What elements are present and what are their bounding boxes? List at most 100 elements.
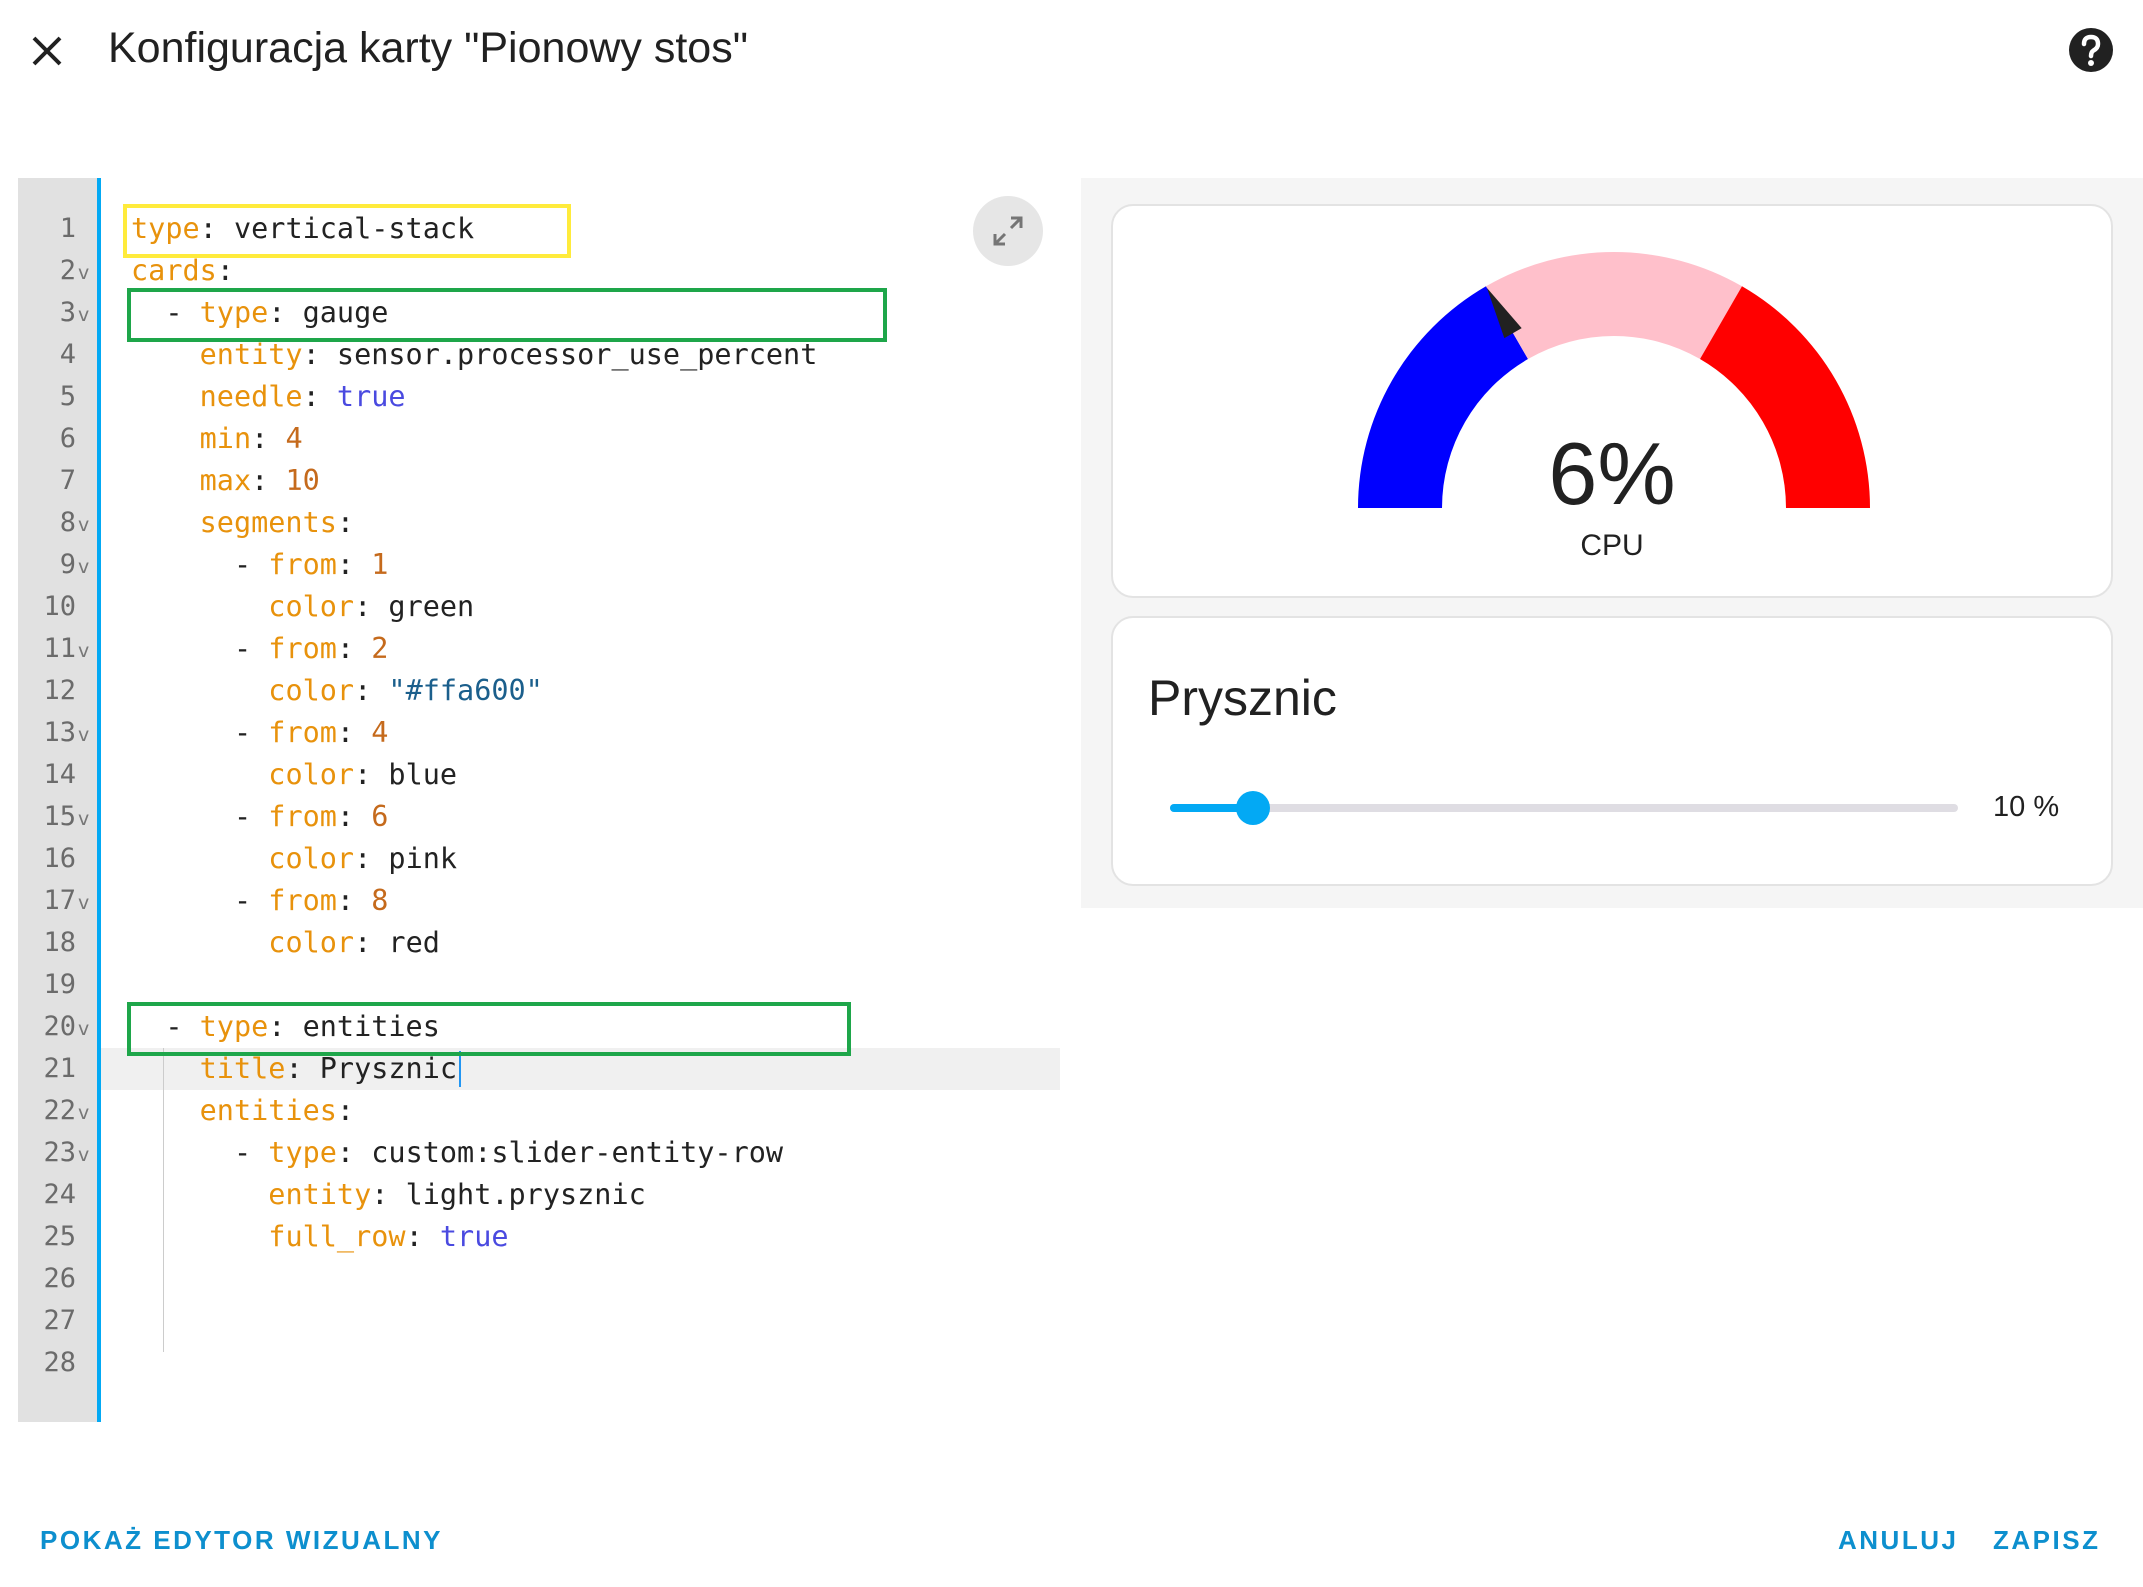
save-button[interactable]: ZAPISZ (1993, 1520, 2100, 1560)
help-button[interactable] (2066, 25, 2116, 75)
line-number: 10 (43, 591, 76, 622)
fold-chevron-icon[interactable]: v (78, 880, 89, 922)
fold-chevron-icon[interactable]: v (78, 544, 89, 586)
code-line[interactable]: entity: sensor.processor_use_percent (131, 334, 818, 376)
code-line[interactable]: entity: light.prysznic (131, 1174, 646, 1216)
code-line[interactable]: cards: (131, 250, 234, 292)
expand-editor-button[interactable] (973, 196, 1043, 266)
code-line[interactable]: - from: 8 (131, 880, 388, 922)
yaml-value: 2 (371, 632, 389, 665)
line-number: 4 (59, 339, 76, 370)
yaml-value: 1 (371, 548, 389, 581)
code-line[interactable]: - from: 4 (131, 712, 388, 754)
yaml-key: color (268, 842, 355, 875)
line-number: 3 (59, 297, 76, 328)
close-button[interactable] (20, 24, 74, 78)
close-icon (32, 36, 62, 66)
line-number: 26 (43, 1263, 76, 1294)
yaml-value: pink (388, 842, 458, 875)
fold-chevron-icon[interactable]: v (78, 796, 89, 838)
yaml-value: custom:slider-entity-row (371, 1136, 784, 1169)
line-number: 7 (59, 465, 76, 496)
yaml-key: color (268, 674, 355, 707)
yaml-key: max (199, 464, 252, 497)
yaml-value: light.prysznic (405, 1178, 646, 1211)
yaml-value: 6 (371, 800, 389, 833)
yaml-key: type (268, 1136, 337, 1169)
yaml-value: true (439, 1220, 509, 1253)
code-line[interactable]: full_row: true (131, 1216, 509, 1258)
yaml-editor[interactable]: 1 2 v 3 v 4 5 6 7 8 v 9 v 10 11 v 12 13 v 14 15 v 16 17 v 18 19 20 v… (18, 178, 1060, 1422)
yaml-value: blue (388, 758, 458, 791)
yaml-value: 4 (371, 716, 389, 749)
show-visual-editor-button[interactable]: POKAŻ EDYTOR WIZUALNY (40, 1520, 443, 1560)
code-line[interactable]: color: blue (131, 754, 457, 796)
fold-chevron-icon[interactable]: v (78, 250, 89, 292)
fold-chevron-icon[interactable]: v (78, 502, 89, 544)
slider-thumb[interactable] (1235, 791, 1270, 825)
dialog-header: Konfiguracja karty "Pionowy stos" (0, 0, 2143, 110)
yaml-key: color (268, 758, 355, 791)
code-line[interactable]: color: pink (131, 838, 457, 880)
fold-chevron-icon[interactable]: v (78, 1132, 89, 1174)
yaml-value: 8 (371, 884, 389, 917)
line-number: 21 (43, 1053, 76, 1084)
fold-chevron-icon[interactable]: v (78, 1090, 89, 1132)
dialog-title: Konfiguracja karty "Pionowy stos" (108, 24, 748, 72)
line-number: 18 (43, 927, 76, 958)
code-line[interactable]: - from: 6 (131, 796, 388, 838)
fold-chevron-icon[interactable]: v (78, 712, 89, 754)
yaml-value: entities (302, 1010, 440, 1043)
line-number: 23 (43, 1137, 76, 1168)
yaml-key: from (268, 548, 337, 581)
code-line[interactable]: needle: true (131, 376, 406, 418)
line-number: 12 (43, 675, 76, 706)
line-number-gutter: 1 2 v 3 v 4 5 6 7 8 v 9 v 10 11 v 12 13 v 14 15 v 16 17 v 18 19 20 v… (18, 178, 98, 1422)
brightness-slider[interactable] (1170, 791, 1958, 825)
expand-arrows-icon (993, 216, 1023, 246)
yaml-key: from (268, 884, 337, 917)
code-line[interactable]: min: 4 (131, 418, 303, 460)
code-line[interactable]: entities: (131, 1090, 354, 1132)
yaml-key: needle (199, 380, 303, 413)
yaml-value: green (388, 590, 475, 623)
line-number: 13 (43, 717, 76, 748)
yaml-value: vertical-stack (233, 212, 475, 245)
code-line[interactable]: - type: gauge (131, 292, 388, 334)
code-line[interactable]: - type: entities (131, 1006, 440, 1048)
yaml-value: gauge (302, 296, 389, 329)
line-number: 1 (59, 213, 76, 244)
yaml-key: type (199, 1010, 269, 1043)
gauge-value: 6% (1548, 424, 1676, 523)
fold-chevron-icon[interactable]: v (78, 292, 89, 334)
yaml-key: entity (199, 338, 303, 371)
gauge-segment (1486, 252, 1742, 360)
code-line[interactable]: color: green (131, 586, 474, 628)
yaml-value: 4 (285, 422, 303, 455)
code-line[interactable]: color: red (131, 922, 440, 964)
code-area[interactable]: type: vertical-stack cards: - type: gauge… (101, 178, 1060, 1422)
line-number: 9 (59, 549, 76, 580)
code-line[interactable]: type: vertical-stack (131, 208, 474, 250)
code-line[interactable]: segments: (131, 502, 354, 544)
code-line[interactable]: max: 10 (131, 460, 320, 502)
line-number: 27 (43, 1305, 76, 1336)
code-line[interactable]: color: "#ffa600" (131, 670, 543, 712)
fold-chevron-icon[interactable]: v (78, 628, 89, 670)
slider-value: 10 % (1993, 791, 2060, 823)
code-line[interactable]: - type: custom:slider-entity-row (131, 1132, 783, 1174)
yaml-key: cards (131, 254, 217, 287)
line-number: 28 (43, 1347, 76, 1378)
line-number: 16 (43, 843, 76, 874)
gauge-card[interactable]: 6% CPU (1111, 204, 2113, 598)
code-line[interactable]: - from: 1 (131, 544, 388, 586)
cancel-button[interactable]: ANULUJ (1838, 1520, 1958, 1560)
yaml-key: type (131, 212, 200, 245)
line-number: 19 (43, 969, 76, 1000)
line-number: 2 (59, 255, 76, 286)
code-line[interactable]: - from: 2 (131, 628, 388, 670)
fold-chevron-icon[interactable]: v (78, 1006, 89, 1048)
yaml-key: title (199, 1052, 286, 1085)
code-line[interactable]: title: Prysznic (131, 1048, 457, 1090)
gauge-name: CPU (1580, 529, 1644, 562)
